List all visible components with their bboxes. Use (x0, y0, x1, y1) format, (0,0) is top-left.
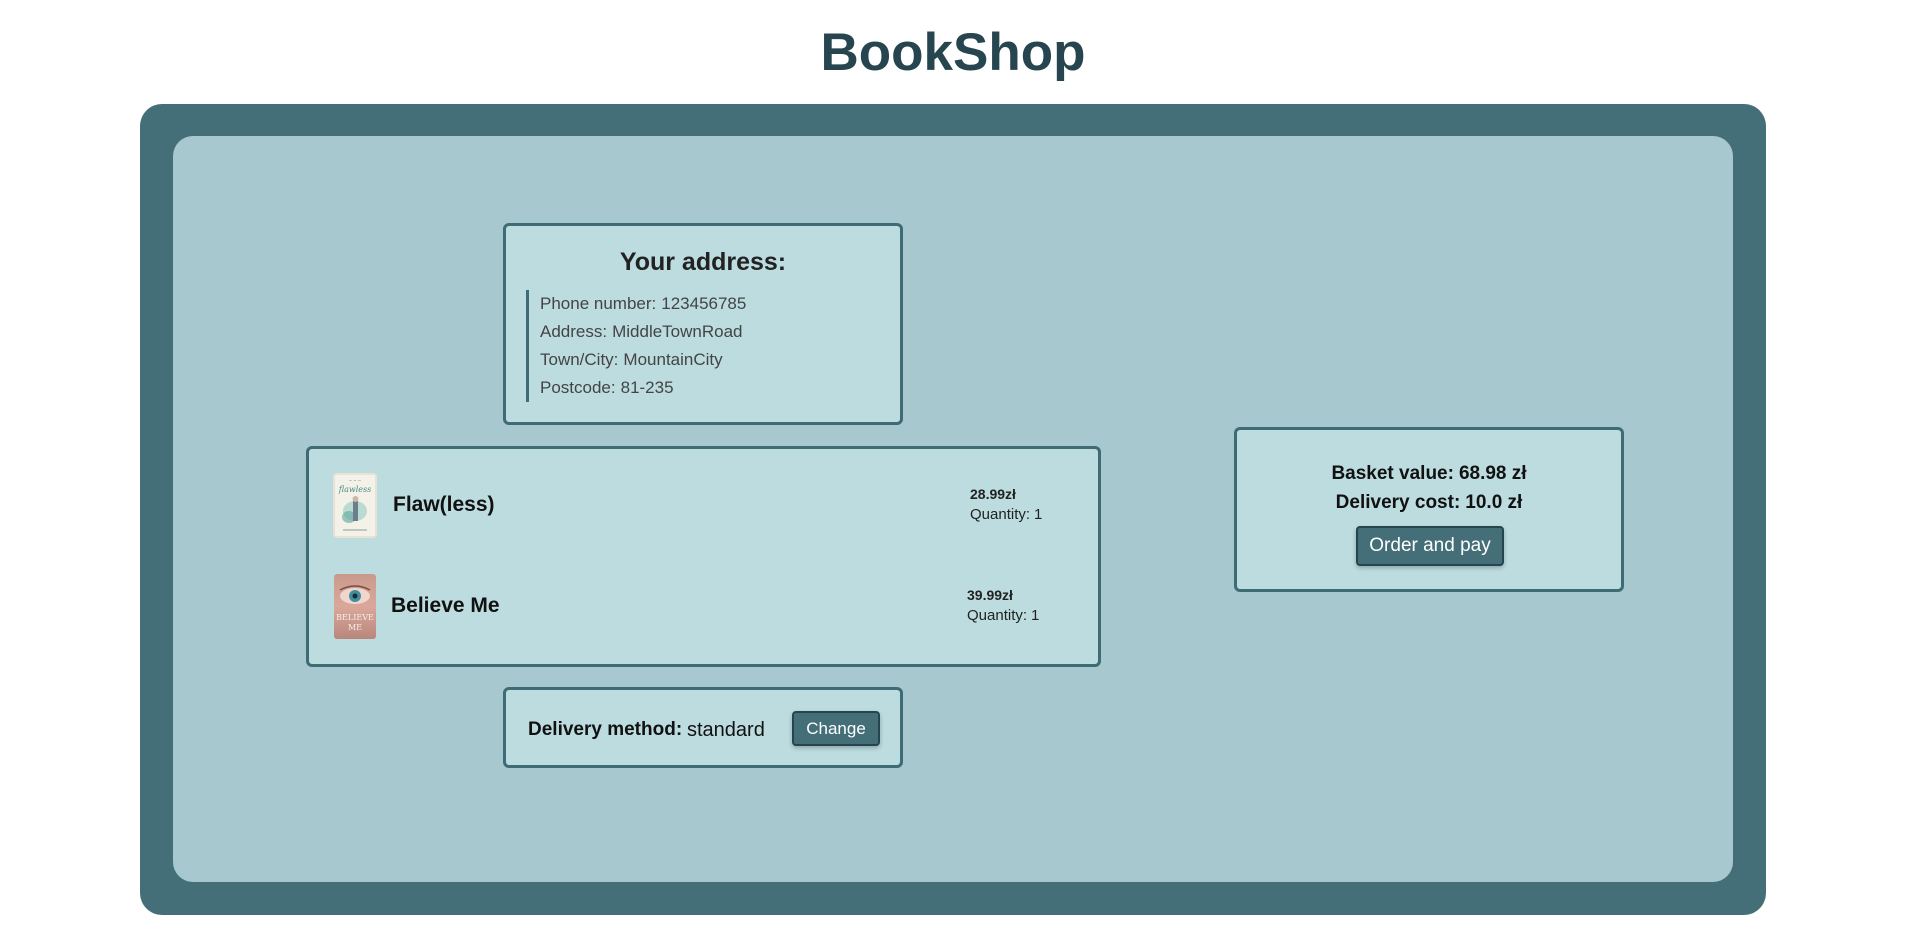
quantity-value: 1 (1034, 506, 1043, 523)
delivery-method-label: Delivery method: (528, 719, 683, 740)
address-line-value: MountainCity (623, 350, 723, 369)
svg-text:ME: ME (348, 623, 362, 632)
book-price: 39.99zł (967, 587, 1013, 603)
book-title[interactable]: Believe Me (391, 594, 500, 618)
book-quantity: Quantity: 1 (967, 607, 1039, 624)
quantity-label: Quantity: (967, 607, 1028, 624)
address-line-town: Town/City: MountainCity (526, 346, 746, 374)
address-line-street: Address: MiddleTownRoad (526, 318, 746, 346)
quantity-label: Quantity: (970, 506, 1031, 523)
address-line-postcode: Postcode: 81-235 (526, 374, 746, 402)
book-title[interactable]: Flaw(less) (393, 493, 495, 517)
svg-text:BELIEVE: BELIEVE (336, 613, 374, 622)
address-line-label: Postcode: (540, 378, 616, 397)
address-card: Your address: Phone number: 123456785 Ad… (503, 223, 903, 425)
order-summary-card: Basket value: 68.98 zł Delivery cost: 10.0… (1234, 427, 1624, 592)
order-and-pay-button[interactable]: Order and pay (1356, 526, 1504, 566)
book-cover-believe-me-icon: BELIEVE ME (334, 574, 376, 639)
svg-text:~ ~ ~: ~ ~ ~ (349, 478, 362, 483)
basket-value: Basket value: 68.98 zł (1237, 463, 1621, 485)
address-line-phone: Phone number: 123456785 (526, 290, 746, 318)
change-delivery-button[interactable]: Change (792, 711, 880, 746)
basket-item: ~ ~ ~ flawless Flaw(less) 28.99zł Quanti… (309, 473, 1098, 543)
basket-value-amount: 68.98 zł (1458, 463, 1527, 484)
basket-item: BELIEVE ME Believe Me 39.99zł Quantity: 1 (309, 574, 1098, 644)
address-title: Your address: (619, 248, 787, 276)
address-line-value: MiddleTownRoad (612, 322, 743, 341)
quantity-value: 1 (1031, 607, 1040, 624)
delivery-method-card: Delivery method: standard Change (503, 687, 903, 768)
address-line-label: Town/City: (540, 350, 619, 369)
address-line-value: 123456785 (661, 294, 747, 313)
delivery-cost: Delivery cost: 10.0 zł (1237, 492, 1621, 514)
delivery-cost-amount: 10.0 zł (1465, 492, 1523, 513)
page-title: BookShop (820, 23, 1086, 82)
address-line-value: 81-235 (620, 378, 674, 397)
basket-items-card: ~ ~ ~ flawless Flaw(less) 28.99zł Quanti… (306, 446, 1101, 667)
book-quantity: Quantity: 1 (970, 506, 1042, 523)
book-price: 28.99zł (970, 486, 1016, 502)
delivery-method-value: standard (687, 719, 765, 741)
svg-text:flawless: flawless (338, 485, 371, 494)
address-list: Phone number: 123456785 Address: MiddleT… (526, 290, 746, 402)
address-line-label: Phone number: (540, 294, 657, 313)
book-cover-flawless-icon: ~ ~ ~ flawless (333, 473, 377, 538)
delivery-cost-label: Delivery cost: (1335, 492, 1461, 513)
address-line-label: Address: (540, 322, 608, 341)
basket-value-label: Basket value: (1331, 463, 1454, 484)
